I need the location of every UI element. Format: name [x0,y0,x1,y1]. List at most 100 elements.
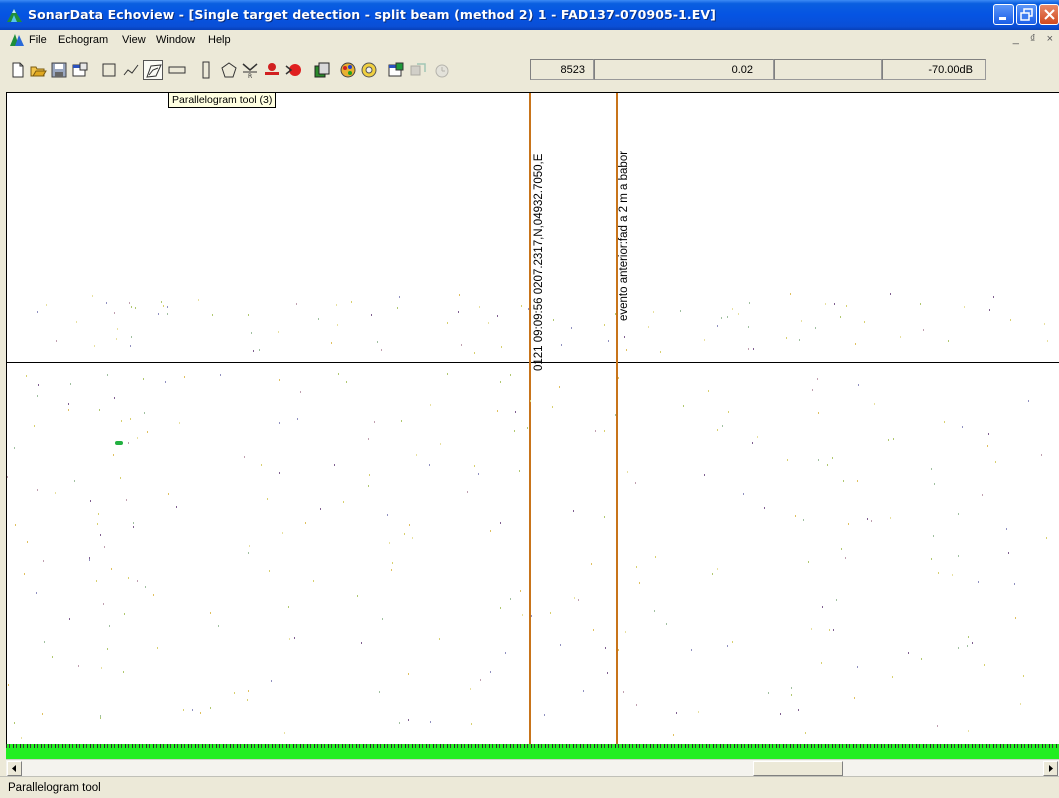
noise-speck [764,507,765,509]
noise-speck [490,530,491,532]
noise-speck [357,595,358,597]
timer-button[interactable] [432,60,452,80]
noise-speck [608,340,609,342]
school-detect-button[interactable] [284,60,304,80]
scroll-thumb[interactable] [753,761,843,776]
restore-button[interactable] [1016,4,1037,25]
noise-speck [458,311,459,313]
bottom-pick-button[interactable]: R [240,60,260,80]
properties-button[interactable] [70,60,90,80]
vertical-band-tool-button[interactable] [196,60,216,80]
noise-speck [888,439,889,441]
rectangle-tool-button[interactable] [99,60,119,80]
menu-help[interactable]: Help [208,34,231,46]
noise-speck [780,713,781,715]
noise-speck [123,671,124,673]
noise-speck [753,348,754,350]
noise-speck [501,346,502,348]
colors-button[interactable] [338,60,358,80]
scroll-right-button[interactable] [1043,761,1058,776]
horizontal-band-tool-button[interactable] [167,60,187,80]
noise-speck [282,532,283,534]
noise-speck [247,699,248,701]
noise-speck [8,684,9,686]
layers-button[interactable] [312,60,332,80]
school-detect-icon [285,64,301,76]
variable-properties-button[interactable] [386,60,406,80]
scroll-left-button[interactable] [7,761,22,776]
status-text: Parallelogram tool [8,782,101,794]
echogram-canvas[interactable]: 0121 09:09:56 0207.2317,N,04932.7050,E e… [6,92,1059,744]
save-button[interactable] [49,60,69,80]
noise-speck [510,374,511,376]
noise-speck [615,414,616,416]
threshold-readout: -70.00dB [882,59,986,80]
noise-speck [1006,528,1007,530]
menu-file[interactable]: File [29,34,47,46]
noise-speck [931,558,932,560]
export-button[interactable] [408,60,428,80]
noise-speck [379,691,380,693]
noise-speck [818,459,819,461]
menu-view[interactable]: View [122,34,146,46]
polygon-tool-button[interactable] [219,60,239,80]
noise-speck [636,566,637,568]
polyline-tool-button[interactable] [121,60,141,80]
arrow-left-icon [12,765,16,772]
menu-echogram[interactable]: Echogram [58,34,108,46]
noise-speck [218,625,219,627]
menu-bar: File Echogram View Window Help _ ₫ × [0,30,1059,50]
noise-speck [98,513,99,515]
title-bar[interactable]: SonarData Echoview - [Single target dete… [0,0,1059,30]
noise-speck [279,422,280,424]
noise-speck [100,534,101,536]
noise-speck [858,384,859,386]
parallelogram-tool-button[interactable] [143,60,163,80]
noise-speck [626,349,627,351]
close-button[interactable] [1039,4,1059,25]
layers-icon [314,62,330,78]
noise-speck [962,426,963,428]
noise-speck [336,304,337,306]
toolbar: R 8523 0.02 -70.00dB [0,50,1059,92]
mdi-window-controls[interactable]: _ ₫ × [1013,33,1057,45]
noise-speck [128,577,129,579]
noise-speck [78,665,79,667]
noise-speck [15,524,16,526]
horizontal-scrollbar[interactable] [6,759,1059,776]
noise-speck [124,613,125,615]
noise-speck [553,319,554,321]
noise-speck [37,395,38,397]
noise-speck [368,438,369,440]
document-icon[interactable] [9,32,25,47]
noise-speck [267,498,268,500]
noise-speck [113,454,114,456]
noise-speck [680,310,681,312]
minimize-button[interactable] [993,4,1014,25]
new-button[interactable] [8,60,28,80]
settings-button[interactable] [359,60,379,80]
noise-speck [583,690,584,692]
new-icon [12,62,24,78]
noise-speck [1014,583,1015,585]
noise-speck [74,480,75,482]
noise-speck [691,649,692,651]
line-pick-button[interactable] [262,60,282,80]
noise-speck [34,425,35,427]
noise-speck [625,631,626,633]
noise-speck [497,410,498,412]
noise-speck [908,652,909,654]
noise-speck [313,580,314,582]
menu-window[interactable]: Window [156,34,195,46]
noise-speck [520,590,521,592]
noise-speck [117,328,118,330]
region-line-1[interactable] [529,93,531,744]
open-button[interactable] [28,60,48,80]
noise-speck [841,548,842,550]
noise-speck [795,515,796,517]
noise-speck [305,522,306,524]
noise-speck [144,412,145,414]
noise-speck [21,737,22,739]
noise-speck [135,307,136,309]
noise-speck [615,313,616,315]
